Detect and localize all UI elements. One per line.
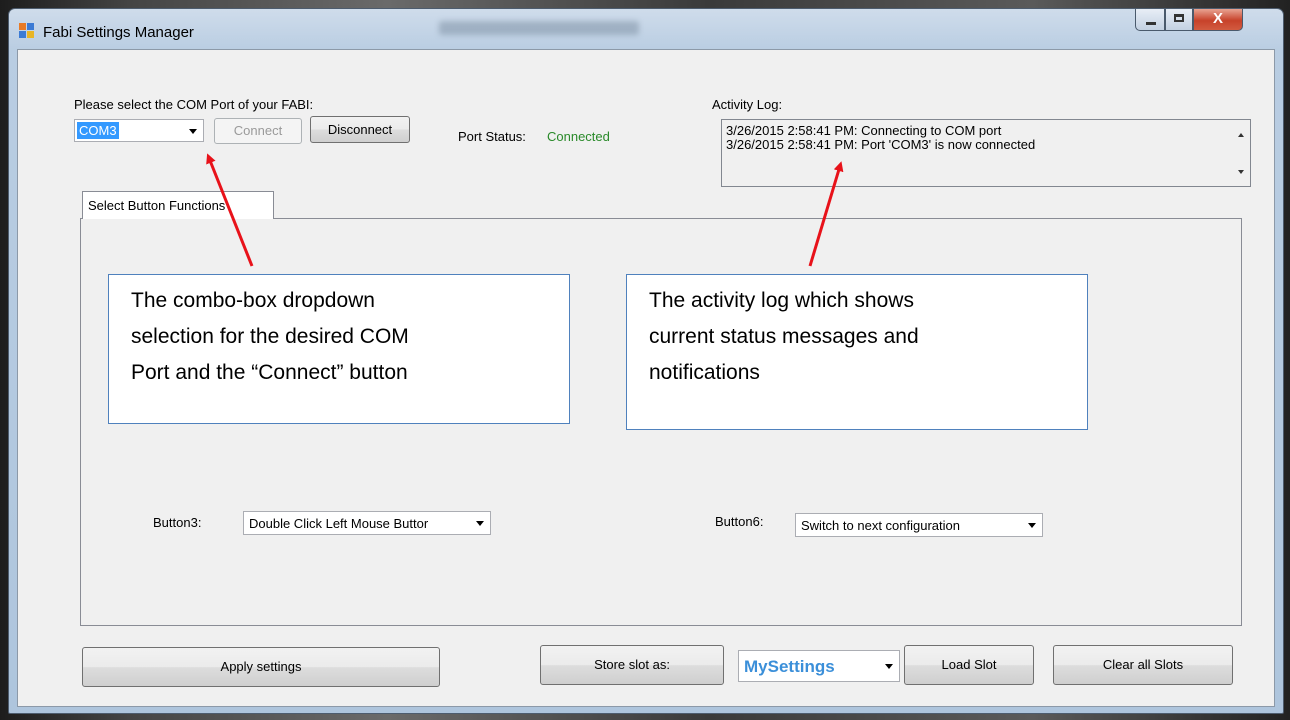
arrow-to-activity-log	[808, 161, 844, 267]
annotation-arrows	[206, 153, 844, 267]
arrow-to-com-port	[206, 153, 254, 267]
